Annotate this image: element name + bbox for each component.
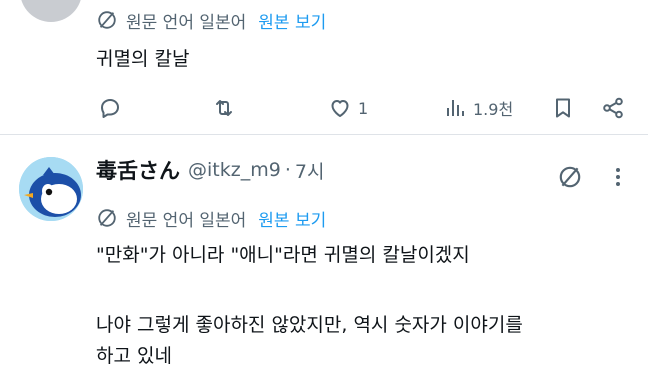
views-count: 1.9천 [473,100,514,119]
bookmark-button[interactable] [551,92,575,124]
translate-button[interactable] [556,163,584,191]
reply-button[interactable] [98,92,122,124]
analytics-icon [447,100,464,116]
more-icon [616,168,620,186]
tweet-text-line: 하고 있네 [96,345,172,367]
avatar-image [19,157,83,221]
like-count: 1 [358,98,369,118]
tweet-timestamp[interactable]: 7시 [295,157,325,184]
view-original-link[interactable]: 원본 보기 [258,206,326,231]
repost-button[interactable] [212,92,236,124]
translation-language: 원문 언어 일본어 [126,12,247,33]
translation-language: 원문 언어 일본어 [126,210,247,231]
translation-notice: 원문 언어 일본어 원본 보기 [96,7,326,33]
view-original-link[interactable]: 원본 보기 [258,8,326,33]
separator-dot: · [284,159,291,181]
author-handle[interactable]: @itkz_m9 [188,159,281,181]
tweet-text-line: 나야 그렇게 좋아하진 않았지만, 역시 숫자가 이야기를 [96,314,523,336]
bookmark-icon [556,98,570,118]
tweet[interactable]: 원문 언어 일본어 원본 보기 귀멸의 칼날 1 1.9천 [0,0,648,134]
avatar[interactable] [19,157,83,221]
tweet-header: 毒舌さん @itkz_m9 · 7시 [96,155,324,185]
translate-icon [98,209,116,227]
tweet-actions: 1 1.9천 [96,92,636,124]
views-button[interactable]: 1.9천 [443,92,513,124]
author-display-name[interactable]: 毒舌さん [96,155,180,185]
translate-icon [559,166,581,188]
tweet-text: 귀멸의 칼날 [96,48,190,70]
share-icon [603,97,623,119]
share-button[interactable] [601,92,625,124]
more-options-button[interactable] [604,163,632,191]
translate-icon [98,11,116,29]
tweet[interactable]: 毒舌さん @itkz_m9 · 7시 원문 언어 일본어 원본 보기 "만화"가… [0,135,648,379]
repost-icon [216,100,232,116]
reply-icon [101,99,119,118]
like-icon [331,100,349,117]
translation-notice: 원문 언어 일본어 원본 보기 [96,205,326,231]
avatar[interactable] [20,0,82,22]
tweet-text-line: "만화"가 아니라 "애니"라면 귀멸의 칼날이겠지 [96,244,470,266]
like-button[interactable]: 1 [328,92,368,124]
